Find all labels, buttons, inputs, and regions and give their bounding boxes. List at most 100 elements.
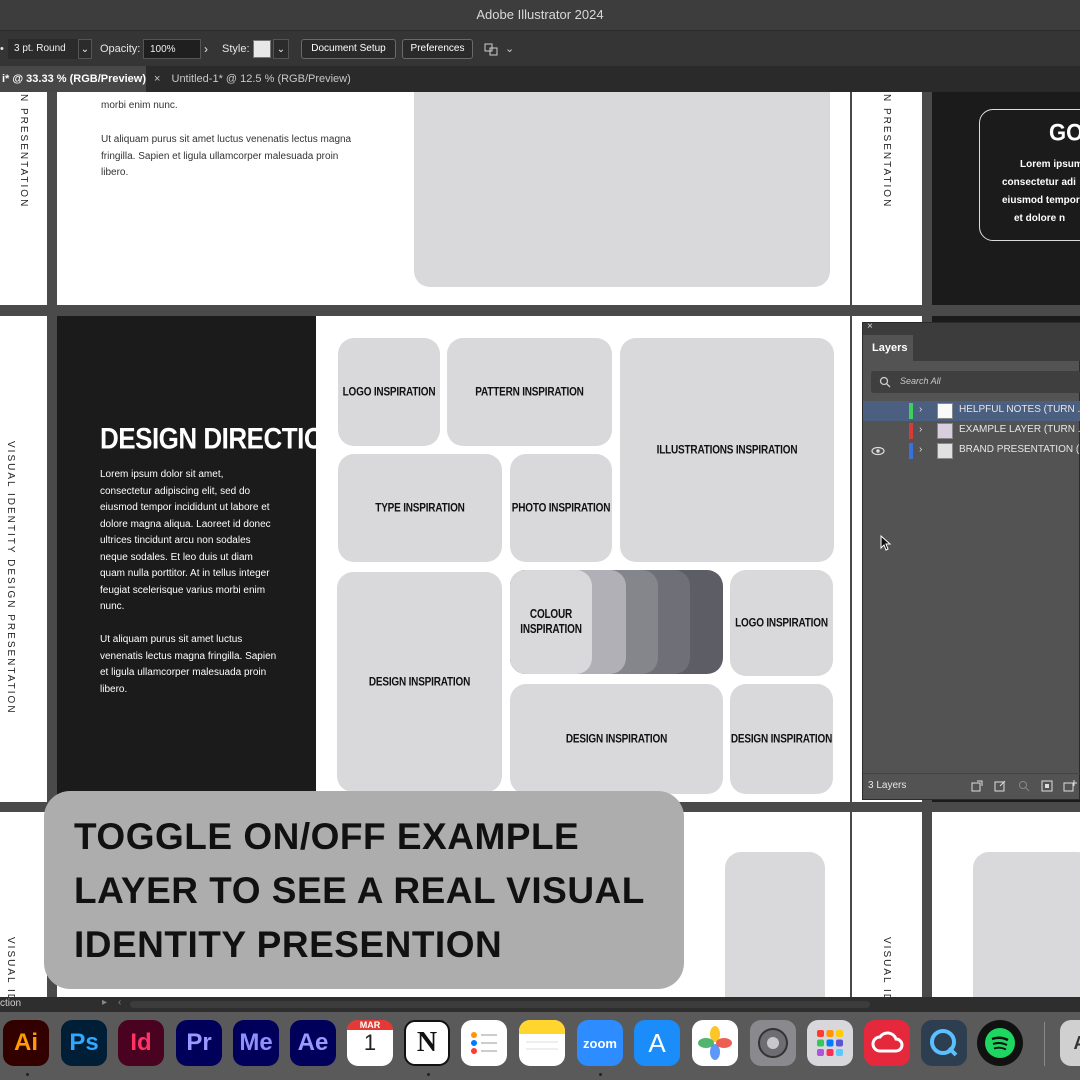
chevron-right-icon[interactable]: › <box>204 31 208 67</box>
calendar-icon[interactable]: MAR 1 <box>347 1020 393 1066</box>
close-icon[interactable]: × <box>867 321 873 332</box>
photos-icon[interactable] <box>692 1020 738 1066</box>
document-tab-bar: i* @ 33.33 % (RGB/Preview) × Untitled-1*… <box>0 66 1080 92</box>
vertical-label: VISUAL IDENTITY DESIGN PRESENTATION <box>5 441 16 715</box>
photoshop-icon[interactable]: Ps <box>61 1020 107 1066</box>
paragraph-line: feugiat scelerisque varius morbi enim <box>100 584 266 596</box>
vertical-label: N PRESENTATION <box>18 94 29 209</box>
create-new-layer-icon[interactable] <box>1063 780 1077 792</box>
opacity-label: Opacity: <box>100 43 141 55</box>
body-paragraph: Ut aliquam purus sit amet luctus venenat… <box>100 632 276 698</box>
layer-row-brand-presentation[interactable]: › BRAND PRESENTATION (... <box>863 441 1080 461</box>
search-input[interactable]: Search All <box>871 371 1080 393</box>
chevron-down-icon[interactable]: ⌄ <box>505 31 514 67</box>
launchpad-icon[interactable] <box>807 1020 853 1066</box>
stroke-profile-value: 3 pt. Round <box>14 43 66 54</box>
macos-dock: Ai Ps Id Pr Me Ae MAR 1 N zoom A A <box>0 1012 1080 1080</box>
design-inspiration-tile[interactable]: DESIGN INSPIRATION <box>510 684 723 794</box>
image-placeholder <box>973 852 1080 997</box>
play-icon[interactable]: ▸ <box>102 997 107 1008</box>
tab-layers[interactable]: Layers <box>863 335 913 361</box>
chevron-left-icon[interactable]: ‹ <box>118 997 121 1008</box>
app-store-icon[interactable]: A <box>634 1020 680 1066</box>
opacity-input[interactable]: 100% <box>143 39 201 59</box>
layer-name: EXAMPLE LAYER (TURN ... <box>959 424 1080 435</box>
logo-inspiration-tile[interactable]: LOGO INSPIRATION <box>730 570 833 676</box>
locate-object-icon[interactable] <box>994 780 1006 792</box>
app-label: Ps <box>69 1029 99 1056</box>
layer-color-tag <box>909 423 913 439</box>
system-settings-icon[interactable] <box>750 1020 796 1066</box>
font-book-icon[interactable]: A <box>1060 1020 1080 1066</box>
collect-for-export-icon[interactable] <box>971 780 983 792</box>
after-effects-icon[interactable]: Ae <box>290 1020 336 1066</box>
vertical-label: VISUAL ID <box>881 937 892 997</box>
notion-icon[interactable]: N <box>404 1020 450 1066</box>
document-setup-button[interactable]: Document Setup <box>301 39 396 59</box>
quicktime-icon[interactable] <box>921 1020 967 1066</box>
preferences-button[interactable]: Preferences <box>402 39 473 59</box>
style-label: Style: <box>222 43 250 55</box>
make-clipping-mask-icon[interactable] <box>1018 780 1030 792</box>
horizontal-scrollbar[interactable] <box>130 1001 870 1008</box>
app-label: zoom <box>583 1035 617 1051</box>
spotify-icon[interactable] <box>977 1020 1023 1066</box>
paragraph-line: fringilla. Sapien et ligula ullamcorper … <box>101 150 339 162</box>
design-inspiration-tile[interactable]: DESIGN INSPIRATION <box>337 572 502 792</box>
reminders-icon[interactable] <box>461 1020 507 1066</box>
tile-label: TYPE INSPIRATION <box>375 501 465 515</box>
illustrations-inspiration-tile[interactable]: ILLUSTRATIONS INSPIRATION <box>620 338 834 562</box>
design-inspiration-tile[interactable]: DESIGN INSPIRATION <box>730 684 833 794</box>
artboard-goal: GOA Lorem ipsum consectetur adi eiusmod … <box>932 92 1080 305</box>
dock-divider <box>1044 1022 1045 1066</box>
layer-color-tag <box>909 443 913 459</box>
type-inspiration-tile[interactable]: TYPE INSPIRATION <box>338 454 502 562</box>
goal-line: et dolore n <box>1014 213 1066 224</box>
panel-header-strip: × <box>863 321 1080 335</box>
goal-line: Lorem ipsum <box>1020 159 1080 170</box>
illustrator-icon[interactable]: Ai <box>3 1020 49 1066</box>
goal-title: GOA <box>1049 118 1080 147</box>
tab-document-active[interactable]: i* @ 33.33 % (RGB/Preview) <box>0 66 146 92</box>
chevron-right-icon[interactable]: › <box>919 444 922 455</box>
chevron-right-icon[interactable]: › <box>919 404 922 415</box>
body-paragraph: Lorem ipsum dolor sit amet, consectetur … <box>100 467 271 616</box>
photo-inspiration-tile[interactable]: PHOTO INSPIRATION <box>510 454 612 562</box>
notes-icon[interactable] <box>519 1020 565 1066</box>
premiere-icon[interactable]: Pr <box>176 1020 222 1066</box>
tile-label: PHOTO INSPIRATION <box>511 501 611 515</box>
tab-untitled-1[interactable]: × Untitled-1* @ 12.5 % (RGB/Preview) <box>146 66 356 92</box>
section-heading: DESIGN DIRECTION <box>100 421 342 456</box>
logo-inspiration-tile[interactable]: LOGO INSPIRATION <box>338 338 440 446</box>
paragraph-line: nunc. <box>100 601 125 612</box>
pattern-inspiration-tile[interactable]: PATTERN INSPIRATION <box>447 338 612 446</box>
paragraph-line: libero. <box>100 683 128 695</box>
artboard-top: morbi enim nunc. Ut aliquam purus sit am… <box>57 92 850 305</box>
layer-name: HELPFUL NOTES (TURN ... <box>959 404 1080 415</box>
image-placeholder <box>725 852 825 997</box>
creative-cloud-icon[interactable] <box>864 1020 910 1066</box>
paragraph-line: et ligula ullamcorper malesuada proin <box>100 667 267 678</box>
layer-row-helpful-notes[interactable]: › HELPFUL NOTES (TURN ... <box>863 401 1080 421</box>
chevron-down-icon[interactable]: ⌄ <box>78 39 92 59</box>
dark-text-panel: DESIGN DIRECTION Lorem ipsum dolor sit a… <box>57 316 342 802</box>
indesign-icon[interactable]: Id <box>118 1020 164 1066</box>
app-label: Me <box>239 1029 273 1056</box>
zoom-icon[interactable]: zoom <box>577 1020 623 1066</box>
window-title: Adobe Illustrator 2024 <box>476 7 604 22</box>
colour-inspiration-tile[interactable]: COLOUR INSPIRATION <box>510 570 723 674</box>
create-sublayer-icon[interactable] <box>1041 780 1053 792</box>
layer-row-example-layer[interactable]: › EXAMPLE LAYER (TURN ... <box>863 421 1080 441</box>
chevron-right-icon[interactable]: › <box>919 424 922 435</box>
panel-tab-strip <box>913 335 1080 361</box>
tile-label: DESIGN INSPIRATION <box>565 732 668 746</box>
media-encoder-icon[interactable]: Me <box>233 1020 279 1066</box>
arrange-icon[interactable] <box>484 41 500 57</box>
style-swatch[interactable] <box>253 40 271 58</box>
layer-thumbnail <box>937 403 953 419</box>
eye-icon[interactable] <box>871 446 885 456</box>
stroke-profile-select[interactable]: 3 pt. Round <box>8 39 78 59</box>
chevron-down-icon[interactable]: ⌄ <box>273 39 289 59</box>
close-icon[interactable]: × <box>154 73 160 85</box>
artboard-far-right-bottom <box>932 812 1080 997</box>
